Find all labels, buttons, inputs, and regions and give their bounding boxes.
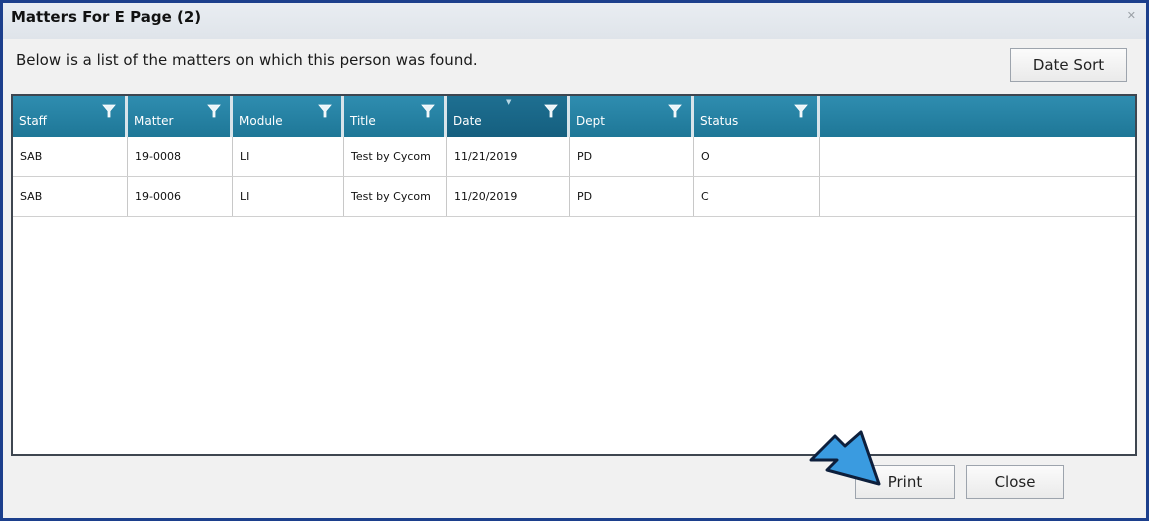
close-button[interactable]: Close: [966, 465, 1064, 499]
cell-date: 11/20/2019: [447, 177, 570, 216]
column-header-module[interactable]: Module: [233, 96, 344, 137]
description-text: Below is a list of the matters on which …: [16, 51, 478, 69]
filter-icon[interactable]: [207, 104, 221, 118]
sort-descending-icon: ▼: [506, 98, 512, 106]
filter-icon[interactable]: [318, 104, 332, 118]
cell-dept: PD: [570, 137, 694, 176]
column-header-status[interactable]: Status: [694, 96, 820, 137]
filter-icon[interactable]: [421, 104, 435, 118]
cell-title: Test by Cycom: [344, 177, 447, 216]
column-header-label: Title: [350, 114, 376, 128]
column-header-date[interactable]: ▼ Date: [447, 96, 570, 137]
close-window-icon[interactable]: ✕: [1127, 9, 1136, 22]
column-header-label: Staff: [19, 114, 47, 128]
cell-staff: SAB: [13, 137, 128, 176]
column-header-matter[interactable]: Matter: [128, 96, 233, 137]
cell-date: 11/21/2019: [447, 137, 570, 176]
cell-matter: 19-0006: [128, 177, 233, 216]
window-title: Matters For E Page (2): [11, 8, 202, 26]
matters-grid: Staff Matter Module Title ▼ Date Dept St…: [11, 94, 1137, 456]
cell-status: O: [694, 137, 820, 176]
grid-header-row: Staff Matter Module Title ▼ Date Dept St…: [13, 96, 1135, 137]
column-header-label: Date: [453, 114, 482, 128]
table-row[interactable]: SAB 19-0006 LI Test by Cycom 11/20/2019 …: [13, 177, 1135, 217]
table-row[interactable]: SAB 19-0008 LI Test by Cycom 11/21/2019 …: [13, 137, 1135, 177]
date-sort-button[interactable]: Date Sort: [1010, 48, 1127, 82]
column-header-label: Status: [700, 114, 739, 128]
cell-module: LI: [233, 137, 344, 176]
cell-dept: PD: [570, 177, 694, 216]
cell-module: LI: [233, 177, 344, 216]
cell-matter: 19-0008: [128, 137, 233, 176]
column-header-label: Module: [239, 114, 283, 128]
filter-icon[interactable]: [668, 104, 682, 118]
filter-icon[interactable]: [102, 104, 116, 118]
column-header-label: Dept: [576, 114, 605, 128]
column-header-label: Matter: [134, 114, 174, 128]
column-header-title[interactable]: Title: [344, 96, 447, 137]
filter-icon[interactable]: [794, 104, 808, 118]
pointer-arrow-icon: [809, 430, 881, 486]
column-header-staff[interactable]: Staff: [13, 96, 128, 137]
cell-title: Test by Cycom: [344, 137, 447, 176]
column-header-dept[interactable]: Dept: [570, 96, 694, 137]
filter-icon[interactable]: [544, 104, 558, 118]
title-bar: Matters For E Page (2) ✕: [3, 3, 1146, 39]
cell-staff: SAB: [13, 177, 128, 216]
cell-status: C: [694, 177, 820, 216]
